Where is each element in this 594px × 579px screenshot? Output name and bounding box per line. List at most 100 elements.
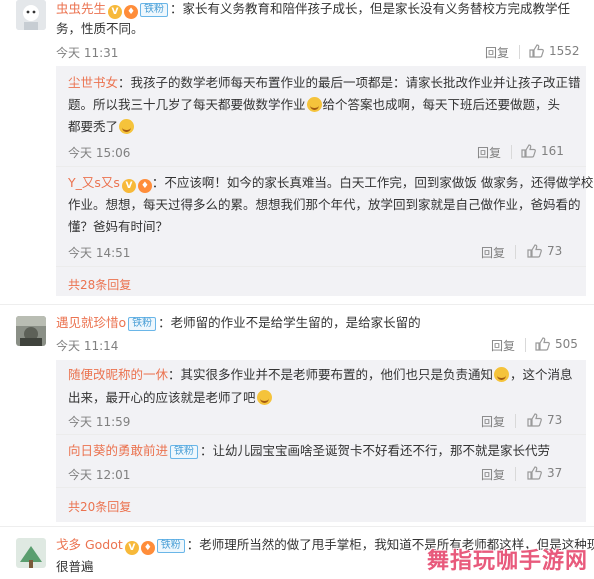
reply-1-1-body-end: 都要秃了 [68, 119, 119, 134]
reply-1-1-line-3: 都要秃了 [68, 118, 135, 136]
reply-2-2-body: ：让幼儿园宝宝画啥圣诞贺卡不好看还不行，那不就是家长代劳 [200, 443, 551, 458]
reply-2-1-like-button[interactable]: 73 [527, 413, 562, 427]
reply-2-1-body-end: 出来，最开心的应该就是老师了吧 [68, 390, 256, 405]
comment-2-time: 今天 11:14 [56, 339, 119, 353]
reply-2-1-reply-button[interactable]: 回复 [481, 413, 505, 430]
fan-badge[interactable]: 铁粉 [140, 3, 169, 17]
reply-1-2-reply-button[interactable]: 回复 [481, 244, 505, 261]
avatar[interactable] [16, 0, 46, 30]
laughing-emoji-icon [494, 367, 510, 382]
vip-icon: V [108, 5, 123, 19]
comment-2-reply-button[interactable]: 回复 [491, 337, 515, 354]
comment-divider [0, 304, 594, 305]
comment-2-body: ：老师留的作业不是给学生留的，是给家长留的 [158, 315, 421, 330]
comment-1-time: 今天 11:31 [56, 46, 119, 60]
fan-badge[interactable]: 铁粉 [170, 445, 199, 459]
reply-2-2-username[interactable]: 向日葵的勇敢前进 [68, 443, 168, 458]
laughing-emoji-icon [119, 119, 135, 134]
reply-1-2-line-2: 作业。想想，每天过得多么的累。想想我们那个年代，放学回到家就是自己做作业，爸妈看… [68, 196, 581, 214]
fan-badge[interactable]: 铁粉 [128, 317, 157, 331]
divider [511, 145, 512, 159]
comment-2-replies [56, 360, 586, 522]
reply-1-2-body: ：不应该啊！如今的家长真难当。白天工作完，回到家做饭 做家务，还得做学校的 [151, 175, 594, 190]
reply-1-2-username[interactable]: Y_又s又s [68, 175, 120, 190]
show-more-replies-link[interactable]: 共28条回复 [68, 276, 131, 293]
comment-1-body-cont: 务，性质不同。 [56, 21, 144, 36]
reply-2-1-body: ：其实很多作业并不是老师要布置的，他们也只是负责通知 [168, 367, 494, 382]
reply-2-1-body-cont: ，这个消息 [510, 367, 573, 382]
reply-1-1-body: ：我孩子的数学老师每天布置作业的最后一项都是：请家长批改作业并让孩子改正错 [118, 75, 581, 90]
thumbs-up-icon [527, 413, 542, 427]
show-more-replies-link[interactable]: 共20条回复 [68, 498, 131, 515]
reply-2-1-like-count: 73 [547, 413, 563, 427]
divider [519, 45, 520, 59]
fan-badge[interactable]: 铁粉 [156, 539, 185, 553]
medal-icon: ♦ [124, 5, 139, 19]
divider [515, 414, 516, 428]
comment-3-text-line-2: 很普遍 [56, 558, 94, 576]
reply-1-2-line-1: Y_又s又s V ♦ ：不应该啊！如今的家长真难当。白天工作完，回到家做饭 做家务，还… [68, 174, 594, 193]
avatar[interactable] [16, 316, 46, 346]
reply-2-2-reply-button[interactable]: 回复 [481, 466, 505, 483]
reply-1-1-body-cont2: 给个答案也成啊，每天下班后还要做题，头 [322, 97, 561, 112]
reply-divider [56, 266, 586, 267]
medal-icon: ♦ [137, 179, 152, 193]
laughing-emoji-icon [256, 390, 272, 405]
comment-3-username[interactable]: 戈多 Godot [56, 537, 123, 552]
reply-1-1-line-2: 题。所以我三十几岁了每天都要做数学作业 给个答案也成啊，每天下班后还要做题，头 [68, 96, 560, 114]
reply-1-2-time: 今天 14:51 [68, 246, 131, 260]
reply-divider [56, 487, 586, 488]
reply-1-2-line-3: 懂？爸妈有时间？ [68, 218, 168, 236]
reply-1-2-like-button[interactable]: 73 [527, 244, 562, 258]
vip-icon: V [124, 541, 139, 555]
comment-1-body: ：家长有义务教育和陪伴孩子成长，但是家长没有义务替校方完成教学任 [170, 1, 571, 16]
comment-1-like-button[interactable]: 1552 [529, 44, 580, 58]
reply-1-1-like-count: 161 [541, 144, 564, 158]
comment-2-like-count: 505 [555, 337, 578, 351]
reply-1-1-username[interactable]: 尘世书女 [68, 75, 118, 90]
thumbs-up-icon [527, 466, 542, 480]
avatar-image-icon [16, 0, 46, 30]
comment-2-username[interactable]: 遇见就珍惜o [56, 315, 126, 330]
avatar[interactable] [16, 538, 46, 568]
reply-1-1-reply-button[interactable]: 回复 [477, 144, 501, 161]
reply-1-1-like-button[interactable]: 161 [521, 144, 564, 158]
reply-divider [56, 434, 586, 435]
reply-1-2-body-end: 懂？爸妈有时间？ [68, 219, 169, 234]
reply-2-1-username[interactable]: 随便改昵称的一休 [68, 367, 168, 382]
thumbs-up-icon [527, 244, 542, 258]
reply-2-2-like-count: 37 [547, 466, 563, 480]
reply-divider [56, 166, 586, 167]
avatar-image-icon [16, 316, 46, 346]
site-watermark: 舞指玩咖手游网 [426, 549, 588, 574]
thumbs-up-icon [521, 144, 536, 158]
reply-2-1-line-1: 随便改昵称的一休：其实很多作业并不是老师要布置的，他们也只是负责通知 ，这个消息 [68, 366, 573, 384]
divider [515, 245, 516, 259]
medal-icon: ♦ [140, 541, 155, 555]
divider [525, 338, 526, 352]
avatar-image-icon [16, 538, 46, 568]
comment-3-body-cont: 很普遍 [56, 559, 94, 574]
reply-2-1-time: 今天 11:59 [68, 415, 131, 429]
reply-2-2-time: 今天 12:01 [68, 468, 131, 482]
comment-1-username[interactable]: 虫虫先生 [56, 1, 106, 16]
comment-2-text-line-1: 遇见就珍惜o 铁粉 ：老师留的作业不是给学生留的，是给家长留的 [56, 314, 421, 332]
reply-1-2-like-count: 73 [547, 244, 563, 258]
comment-1-reply-button[interactable]: 回复 [485, 44, 509, 61]
comment-divider [0, 526, 594, 527]
reply-2-2-like-button[interactable]: 37 [527, 466, 562, 480]
reply-2-2-line-1: 向日葵的勇敢前进 铁粉 ：让幼儿园宝宝画啥圣诞贺卡不好看还不行，那不就是家长代劳 [68, 442, 550, 460]
divider [515, 467, 516, 481]
reply-1-1-line-1: 尘世书女：我孩子的数学老师每天布置作业的最后一项都是：请家长批改作业并让孩子改正… [68, 74, 581, 92]
reply-1-2-body-cont: 作业。想想，每天过得多么的累。想想我们那个年代，放学回到家就是自己做作业，爸妈看… [68, 197, 581, 212]
comment-1-text-line-2: 务，性质不同。 [56, 20, 144, 38]
thumbs-up-icon [529, 44, 544, 58]
comment-1-text-line-1: 虫虫先生 V ♦ 铁粉 ：家长有义务教育和陪伴孩子成长，但是家长没有义务替校方完成教学任 [56, 0, 570, 19]
reply-1-1-time: 今天 15:06 [68, 146, 131, 160]
comment-1-like-count: 1552 [549, 44, 580, 58]
vip-icon: V [121, 179, 136, 193]
comment-2-like-button[interactable]: 505 [535, 337, 578, 351]
thumbs-up-icon [535, 337, 550, 351]
reply-1-1-body-cont: 题。所以我三十几岁了每天都要做数学作业 [68, 97, 306, 112]
reply-2-1-line-2: 出来，最开心的应该就是老师了吧 [68, 389, 273, 407]
